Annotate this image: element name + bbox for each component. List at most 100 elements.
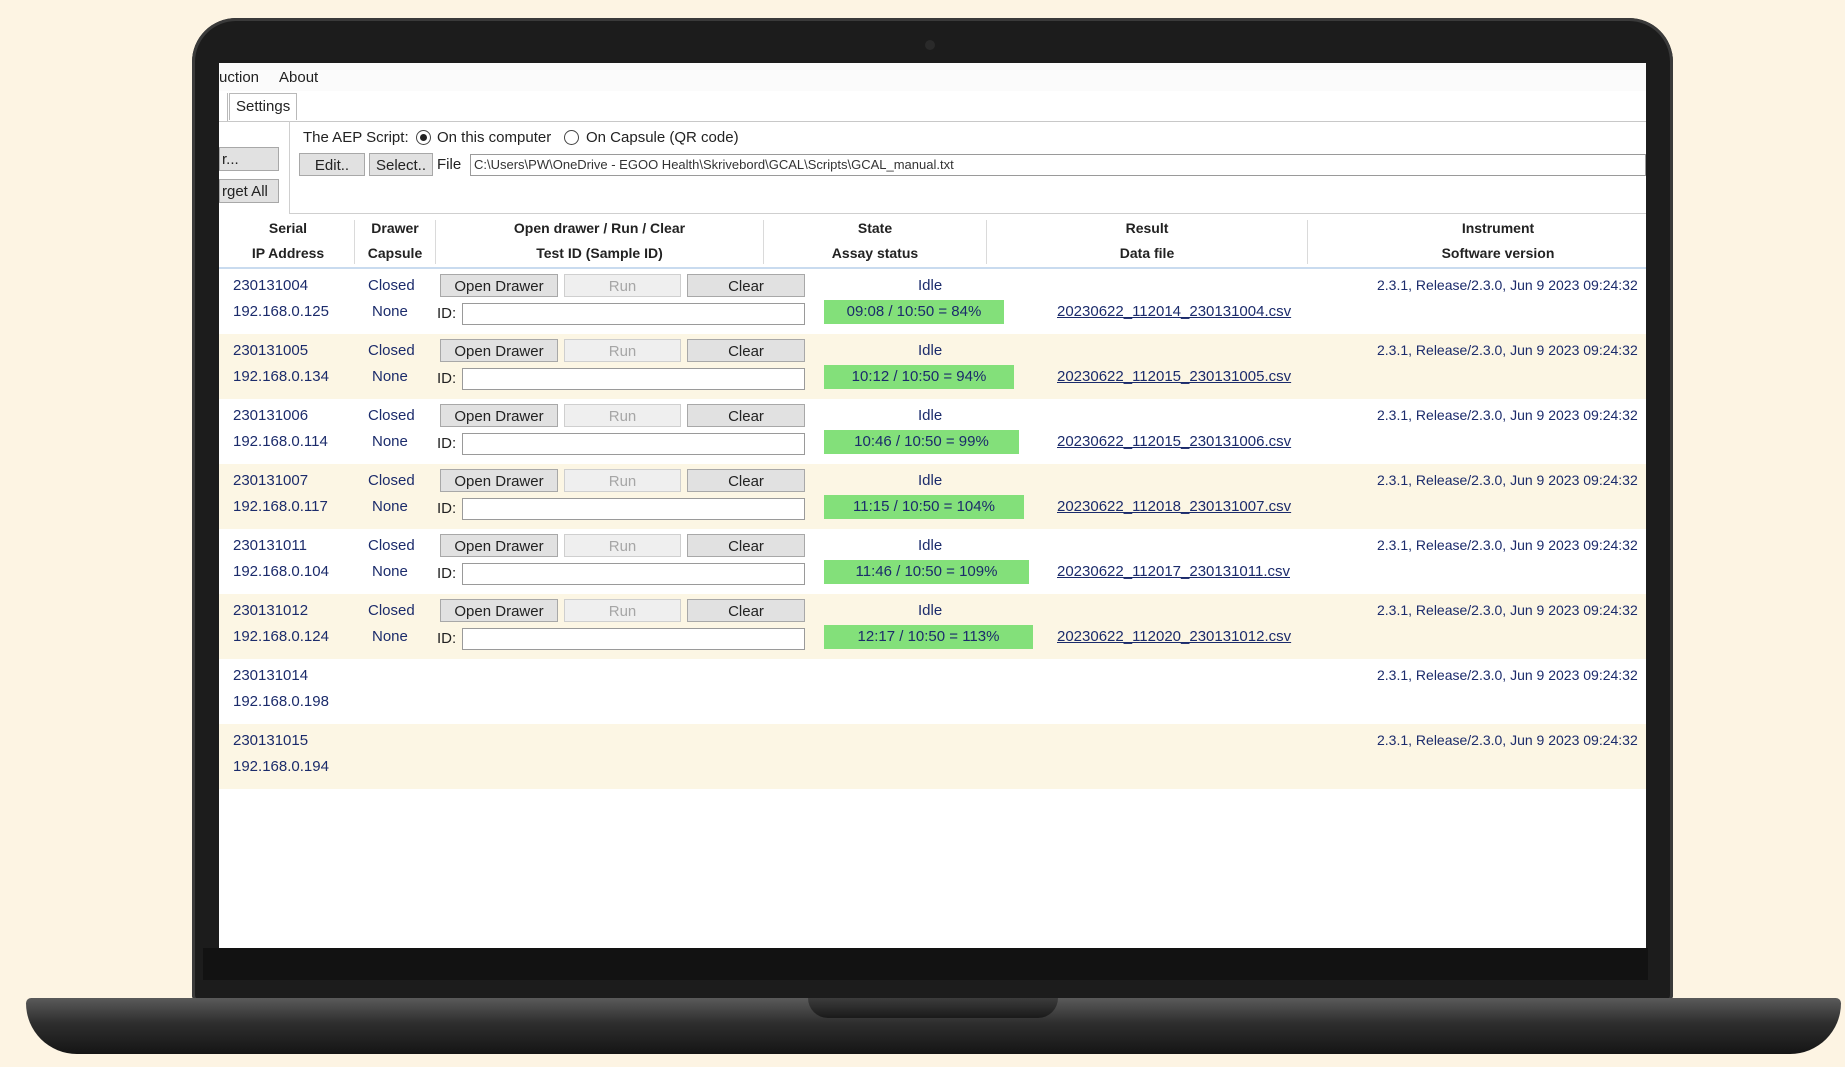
assay-status-bar: 10:46 / 10:50 = 99% [824, 430, 1019, 454]
capsule-state: None [372, 368, 408, 385]
assay-status-bar: 09:08 / 10:50 = 84% [824, 300, 1004, 324]
header-drawer-capsule[interactable]: Drawer Capsule [355, 216, 435, 266]
file-label: File [437, 156, 462, 173]
app-window: uction About Settings r... rget All The … [219, 63, 1646, 948]
data-file-link[interactable]: 20230622_112014_230131004.csv [1057, 303, 1291, 320]
instrument-grid: Serial IP Address Drawer Capsule Open dr… [219, 216, 1646, 789]
data-file-link[interactable]: 20230622_112015_230131005.csv [1057, 368, 1291, 385]
header-result: Result [1125, 220, 1169, 236]
ip-address: 192.168.0.104 [233, 563, 329, 580]
serial-number: 230131005 [233, 342, 309, 359]
serial-number: 230131004 [233, 277, 309, 294]
header-capsule: Capsule [367, 245, 423, 261]
state-text: Idle [918, 602, 943, 619]
test-id-label: ID: [437, 500, 457, 517]
laptop-base [26, 998, 1841, 1054]
header-assay-status: Assay status [831, 245, 919, 261]
run-button[interactable]: Run [564, 404, 681, 427]
software-version: 2.3.1, Release/2.3.0, Jun 9 2023 09:24:3… [1377, 342, 1638, 358]
header-serial: Serial [268, 220, 308, 236]
header-open-run-clear[interactable]: Open drawer / Run / Clear Test ID (Sampl… [436, 216, 763, 266]
software-version: 2.3.1, Release/2.3.0, Jun 9 2023 09:24:3… [1377, 537, 1638, 553]
software-version: 2.3.1, Release/2.3.0, Jun 9 2023 09:24:3… [1377, 602, 1638, 618]
run-button[interactable]: Run [564, 599, 681, 622]
open-drawer-button[interactable]: Open Drawer [440, 599, 558, 622]
test-id-input[interactable] [462, 303, 805, 325]
drawer-state: Closed [368, 342, 415, 359]
state-text: Idle [918, 537, 943, 554]
camera-icon [925, 40, 935, 50]
test-id-input[interactable] [462, 368, 805, 390]
script-file-path-field[interactable]: C:\Users\PW\OneDrive - EGOO Health\Skriv… [470, 154, 1646, 176]
clear-button[interactable]: Clear [687, 404, 805, 427]
ip-address: 192.168.0.134 [233, 368, 329, 385]
run-button[interactable]: Run [564, 274, 681, 297]
table-row: 230131011 192.168.0.104 Closed None Open Dra… [219, 529, 1646, 594]
ip-address: 192.168.0.114 [233, 433, 328, 450]
state-text: Idle [918, 472, 943, 489]
open-drawer-button[interactable]: Open Drawer [440, 404, 558, 427]
data-file-link[interactable]: 20230622_112020_230131012.csv [1057, 628, 1291, 645]
grid-body: 230131004 192.168.0.125 Closed None Open Dra… [219, 269, 1646, 789]
clear-button[interactable]: Clear [687, 599, 805, 622]
data-file-link[interactable]: 20230622_112015_230131006.csv [1057, 433, 1291, 450]
left-action-button[interactable]: r... [219, 147, 279, 171]
test-id-input[interactable] [462, 563, 805, 585]
open-drawer-button[interactable]: Open Drawer [440, 274, 558, 297]
software-version: 2.3.1, Release/2.3.0, Jun 9 2023 09:24:3… [1377, 667, 1638, 683]
serial-number: 230131014 [233, 667, 309, 684]
data-file-link[interactable]: 20230622_112017_230131011.csv [1057, 563, 1290, 580]
tab-previous-edge[interactable] [219, 93, 228, 121]
serial-number: 230131012 [233, 602, 309, 619]
header-instrument: Instrument [1461, 220, 1535, 236]
serial-number: 230131011 [233, 537, 307, 554]
run-button[interactable]: Run [564, 339, 681, 362]
radio-on-capsule[interactable] [564, 130, 579, 145]
data-file-link[interactable]: 20230622_112018_230131007.csv [1057, 498, 1291, 515]
clear-button[interactable]: Clear [687, 469, 805, 492]
run-button[interactable]: Run [564, 534, 681, 557]
menu-item-about[interactable]: About [279, 69, 318, 86]
drawer-state: Closed [368, 407, 415, 424]
script-label: The AEP Script: [303, 129, 409, 146]
open-drawer-button[interactable]: Open Drawer [440, 534, 558, 557]
run-button[interactable]: Run [564, 469, 681, 492]
assay-status-bar: 11:46 / 10:50 = 109% [824, 560, 1029, 584]
grid-header: Serial IP Address Drawer Capsule Open dr… [219, 216, 1646, 269]
state-text: Idle [918, 407, 943, 424]
test-id-input[interactable] [462, 498, 805, 520]
header-instrument-software[interactable]: Instrument Software version [1308, 216, 1646, 266]
clear-button[interactable]: Clear [687, 274, 805, 297]
clear-button[interactable]: Clear [687, 534, 805, 557]
table-row: 230131015 192.168.0.194 2.3.1, Release/2.3… [219, 724, 1646, 789]
screen-bezel-bottom [203, 948, 1648, 980]
header-data-file: Data file [1119, 245, 1175, 261]
assay-status-bar: 11:15 / 10:50 = 104% [824, 495, 1024, 519]
header-serial-ip[interactable]: Serial IP Address [219, 216, 357, 266]
header-result-datafile[interactable]: Result Data file [987, 216, 1307, 266]
menu-item-production[interactable]: uction [219, 69, 259, 86]
forget-all-button[interactable]: rget All [219, 179, 279, 203]
ip-address: 192.168.0.198 [233, 693, 329, 710]
test-id-input[interactable] [462, 628, 805, 650]
software-version: 2.3.1, Release/2.3.0, Jun 9 2023 09:24:3… [1377, 407, 1638, 423]
radio-on-this-computer[interactable] [416, 130, 431, 145]
select-script-button[interactable]: Select.. [369, 153, 433, 176]
capsule-state: None [372, 303, 408, 320]
serial-number: 230131007 [233, 472, 309, 489]
clear-button[interactable]: Clear [687, 339, 805, 362]
open-drawer-button[interactable]: Open Drawer [440, 339, 558, 362]
table-row: 230131006 192.168.0.114 Closed None Open Dra… [219, 399, 1646, 464]
test-id-label: ID: [437, 565, 457, 582]
capsule-state: None [372, 628, 408, 645]
tab-settings[interactable]: Settings [229, 93, 298, 120]
header-state-assay[interactable]: State Assay status [764, 216, 986, 266]
test-id-label: ID: [437, 370, 457, 387]
open-drawer-button[interactable]: Open Drawer [440, 469, 558, 492]
test-id-label: ID: [437, 435, 457, 452]
header-open-drawer-run-clear: Open drawer / Run / Clear [513, 220, 686, 236]
ip-address: 192.168.0.117 [233, 498, 328, 515]
edit-script-button[interactable]: Edit.. [299, 153, 365, 176]
test-id-input[interactable] [462, 433, 805, 455]
state-text: Idle [918, 342, 943, 359]
